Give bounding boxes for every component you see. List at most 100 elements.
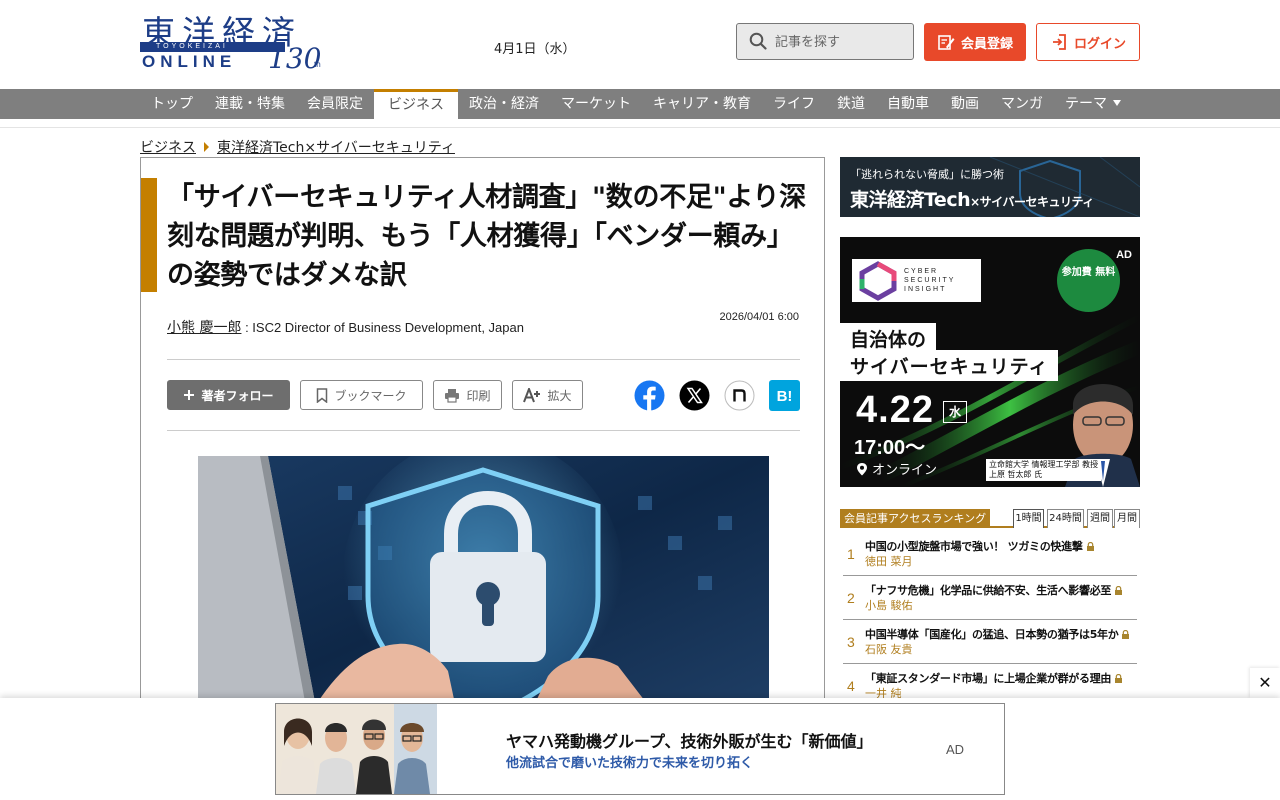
nav-item-members-only[interactable]: 会員限定 bbox=[296, 89, 374, 119]
ranking-title-text: 「ナフサ危機」化学品に供給不安、生活へ影響必至 bbox=[865, 582, 1123, 598]
breadcrumb: ビジネス 東洋経済Tech×サイバーセキュリティ bbox=[140, 137, 455, 157]
edit-icon bbox=[938, 35, 955, 50]
ranking-title-label: 中国半導体「国産化」の猛追、日本勢の猶予は5年か bbox=[865, 628, 1119, 641]
zoom-button[interactable]: 拡大 bbox=[512, 380, 583, 410]
print-label: 印刷 bbox=[466, 388, 491, 403]
login-icon bbox=[1052, 34, 1066, 50]
x-twitter-icon[interactable] bbox=[679, 380, 710, 411]
bookmark-button[interactable]: ブックマーク bbox=[300, 380, 423, 410]
ranking-title-label: 「ナフサ危機」化学品に供給不安、生活へ影響必至 bbox=[865, 584, 1112, 597]
printer-icon bbox=[445, 388, 460, 403]
ranking-item[interactable]: 1 中国の小型旋盤市場で強い！ ツガミの快進撃 徳田 菜月 bbox=[843, 532, 1137, 576]
follow-author-button[interactable]: 著者フォロー bbox=[167, 380, 290, 410]
note-icon[interactable] bbox=[724, 380, 755, 411]
site-header: 東洋経済 TOYOKEIZAI ONLINE 130 th 4月1日（水） 会員… bbox=[0, 0, 1280, 89]
ranking-tab-1h[interactable]: 1時間 bbox=[1013, 509, 1044, 528]
article-card: 「サイバーセキュリティ人材調査」"数の不足"より深刻な問題が判明、もう「人材獲得… bbox=[140, 157, 825, 718]
text-enlarge-icon bbox=[523, 387, 541, 402]
logo-anniversary: 130 bbox=[268, 42, 322, 75]
nav-item-theme[interactable]: テーマ bbox=[1054, 89, 1132, 119]
cyber-security-insight-logo: CYBER SECURITY INSIGHT bbox=[852, 259, 981, 302]
location-pin-icon bbox=[857, 462, 867, 475]
bookmark-icon bbox=[317, 387, 328, 403]
tech-security-banner[interactable]: 「逃れられない脅威」に勝つ術 東洋経済Tech×サイバーセキュリティ bbox=[840, 157, 1140, 217]
nav-item-series[interactable]: 連載・特集 bbox=[204, 89, 296, 119]
author-name-link[interactable]: 小熊 慶一郎 bbox=[167, 320, 241, 336]
current-date: 4月1日（水） bbox=[494, 42, 576, 57]
close-ad-button[interactable]: ✕ bbox=[1250, 668, 1280, 698]
breadcrumb-tech-security[interactable]: 東洋経済Tech×サイバーセキュリティ bbox=[217, 137, 455, 157]
nav-item-business[interactable]: ビジネス bbox=[374, 89, 458, 119]
chevron-right-icon bbox=[204, 142, 209, 152]
ad-speaker-affiliation: 立命館大学 情報理工学部 教授 bbox=[989, 460, 1099, 469]
ranking-title-text: 中国半導体「国産化」の猛追、日本勢の猶予は5年か bbox=[865, 626, 1130, 642]
ranking-tab-24h[interactable]: 24時間 bbox=[1047, 509, 1084, 528]
bottom-ad-label: AD bbox=[946, 742, 965, 757]
banner-brand: 東洋経済Tech×サイバーセキュリティ bbox=[850, 185, 1094, 212]
ad-headline-1: 自治体の bbox=[840, 323, 937, 353]
ad-event-date: 4.22 bbox=[856, 389, 934, 431]
free-badge: 参加費 無料 bbox=[1057, 249, 1120, 312]
article-hero-image bbox=[198, 456, 769, 718]
nav-item-automobile[interactable]: 自動車 bbox=[876, 89, 940, 119]
bottom-ad-title: ヤマハ発動機グループ、技術外販が生む「新価値」 bbox=[506, 732, 873, 751]
nav-item-life[interactable]: ライフ bbox=[762, 89, 826, 119]
ranking-title-label: 「東証スタンダード市場」に上場企業が群がる理由 bbox=[865, 672, 1112, 685]
nav-item-top[interactable]: トップ bbox=[140, 89, 204, 119]
ranking-author: 石阪 友貴 bbox=[865, 643, 913, 656]
ranking-title-label: 中国の小型旋盤市場で強い！ ツガミの快進撃 bbox=[865, 540, 1083, 553]
csi-logo-text: CYBER SECURITY INSIGHT bbox=[904, 268, 956, 293]
ranking-tab-month[interactable]: 月間 bbox=[1114, 509, 1140, 528]
ranking-title-text: 中国の小型旋盤市場で強い！ ツガミの快進撃 bbox=[865, 538, 1095, 554]
logo-online: ONLINE bbox=[142, 52, 237, 71]
bottom-ad-overlay: ヤマハ発動機グループ、技術外販が生む「新価値」 他流試合で磨いた技術力で未来を切… bbox=[0, 698, 1280, 800]
zoom-label: 拡大 bbox=[547, 388, 572, 403]
ad-event-time: 17:00〜 bbox=[854, 437, 926, 459]
follow-label: 著者フォロー bbox=[201, 388, 274, 403]
ad-speaker-name: 上原 哲太郎 氏 bbox=[989, 470, 1043, 479]
article-title: 「サイバーセキュリティ人材調査」"数の不足"より深刻な問題が判明、もう「人材獲得… bbox=[167, 182, 806, 291]
nav-item-railway[interactable]: 鉄道 bbox=[826, 89, 876, 119]
ad-event-weekday: 水 bbox=[943, 401, 967, 423]
plus-icon bbox=[184, 390, 195, 400]
seminar-ad[interactable]: AD CYBER SECURITY INSIGHT 参加費 無料 自治体の サイ… bbox=[840, 237, 1140, 487]
title-accent-bar bbox=[141, 178, 157, 292]
search-box[interactable] bbox=[736, 23, 914, 60]
ranking-item[interactable]: 2 「ナフサ危機」化学品に供給不安、生活へ影響必至 小島 駿佑 bbox=[843, 576, 1137, 620]
bottom-ad-subtitle: 他流試合で磨いた技術力で未来を切り拓く bbox=[506, 756, 754, 771]
nav-item-manga[interactable]: マンガ bbox=[990, 89, 1054, 119]
facebook-icon[interactable] bbox=[634, 380, 665, 411]
site-logo[interactable]: 東洋経済 TOYOKEIZAI ONLINE 130 th bbox=[140, 6, 335, 80]
bottom-ad[interactable]: ヤマハ発動機グループ、技術外販が生む「新価値」 他流試合で磨いた技術力で未来を切… bbox=[275, 703, 1005, 795]
ranking-item[interactable]: 3 中国半導体「国産化」の猛追、日本勢の猶予は5年か 石阪 友貴 bbox=[843, 620, 1137, 664]
lock-icon bbox=[1122, 630, 1130, 639]
lock-icon bbox=[1086, 542, 1094, 551]
hexagon-logo-icon bbox=[859, 261, 897, 301]
banner-tagline: 「逃れられない脅威」に勝つ術 bbox=[850, 168, 1004, 181]
breadcrumb-business[interactable]: ビジネス bbox=[140, 137, 196, 157]
nav-item-politics-economy[interactable]: 政治・経済 bbox=[458, 89, 550, 119]
nav-divider bbox=[0, 119, 1280, 128]
article-author: 小熊 慶一郎 : ISC2 Director of Business Devel… bbox=[167, 317, 524, 337]
ranking-tab-week[interactable]: 週間 bbox=[1087, 509, 1113, 528]
nav-item-market[interactable]: マーケット bbox=[550, 89, 642, 119]
logo-anniversary-suffix: th bbox=[314, 60, 321, 69]
bookmark-label: ブックマーク bbox=[334, 388, 407, 403]
ad-label: AD bbox=[1116, 249, 1132, 261]
search-input[interactable] bbox=[775, 31, 905, 53]
hatena-bookmark-icon[interactable]: B! bbox=[769, 380, 800, 411]
search-icon[interactable] bbox=[749, 32, 767, 50]
nav-item-career-education[interactable]: キャリア・教育 bbox=[642, 89, 762, 119]
author-role: : ISC2 Director of Business Development,… bbox=[241, 320, 524, 335]
print-button[interactable]: 印刷 bbox=[433, 380, 502, 410]
global-nav: トップ 連載・特集 会員限定 ビジネス 政治・経済 マーケット キャリア・教育 … bbox=[0, 89, 1280, 119]
publish-date: 2026/04/01 6:00 bbox=[719, 311, 799, 323]
nav-item-theme-label: テーマ bbox=[1065, 96, 1107, 112]
member-register-button[interactable]: 会員登録 bbox=[924, 23, 1026, 61]
login-button[interactable]: ログイン bbox=[1036, 23, 1140, 61]
login-label: ログイン bbox=[1073, 36, 1126, 52]
banner-brand-suffix: ×サイバーセキュリティ bbox=[970, 195, 1094, 209]
nav-item-video[interactable]: 動画 bbox=[940, 89, 990, 119]
ad-venue-label: オンライン bbox=[872, 463, 938, 478]
divider bbox=[167, 430, 800, 431]
